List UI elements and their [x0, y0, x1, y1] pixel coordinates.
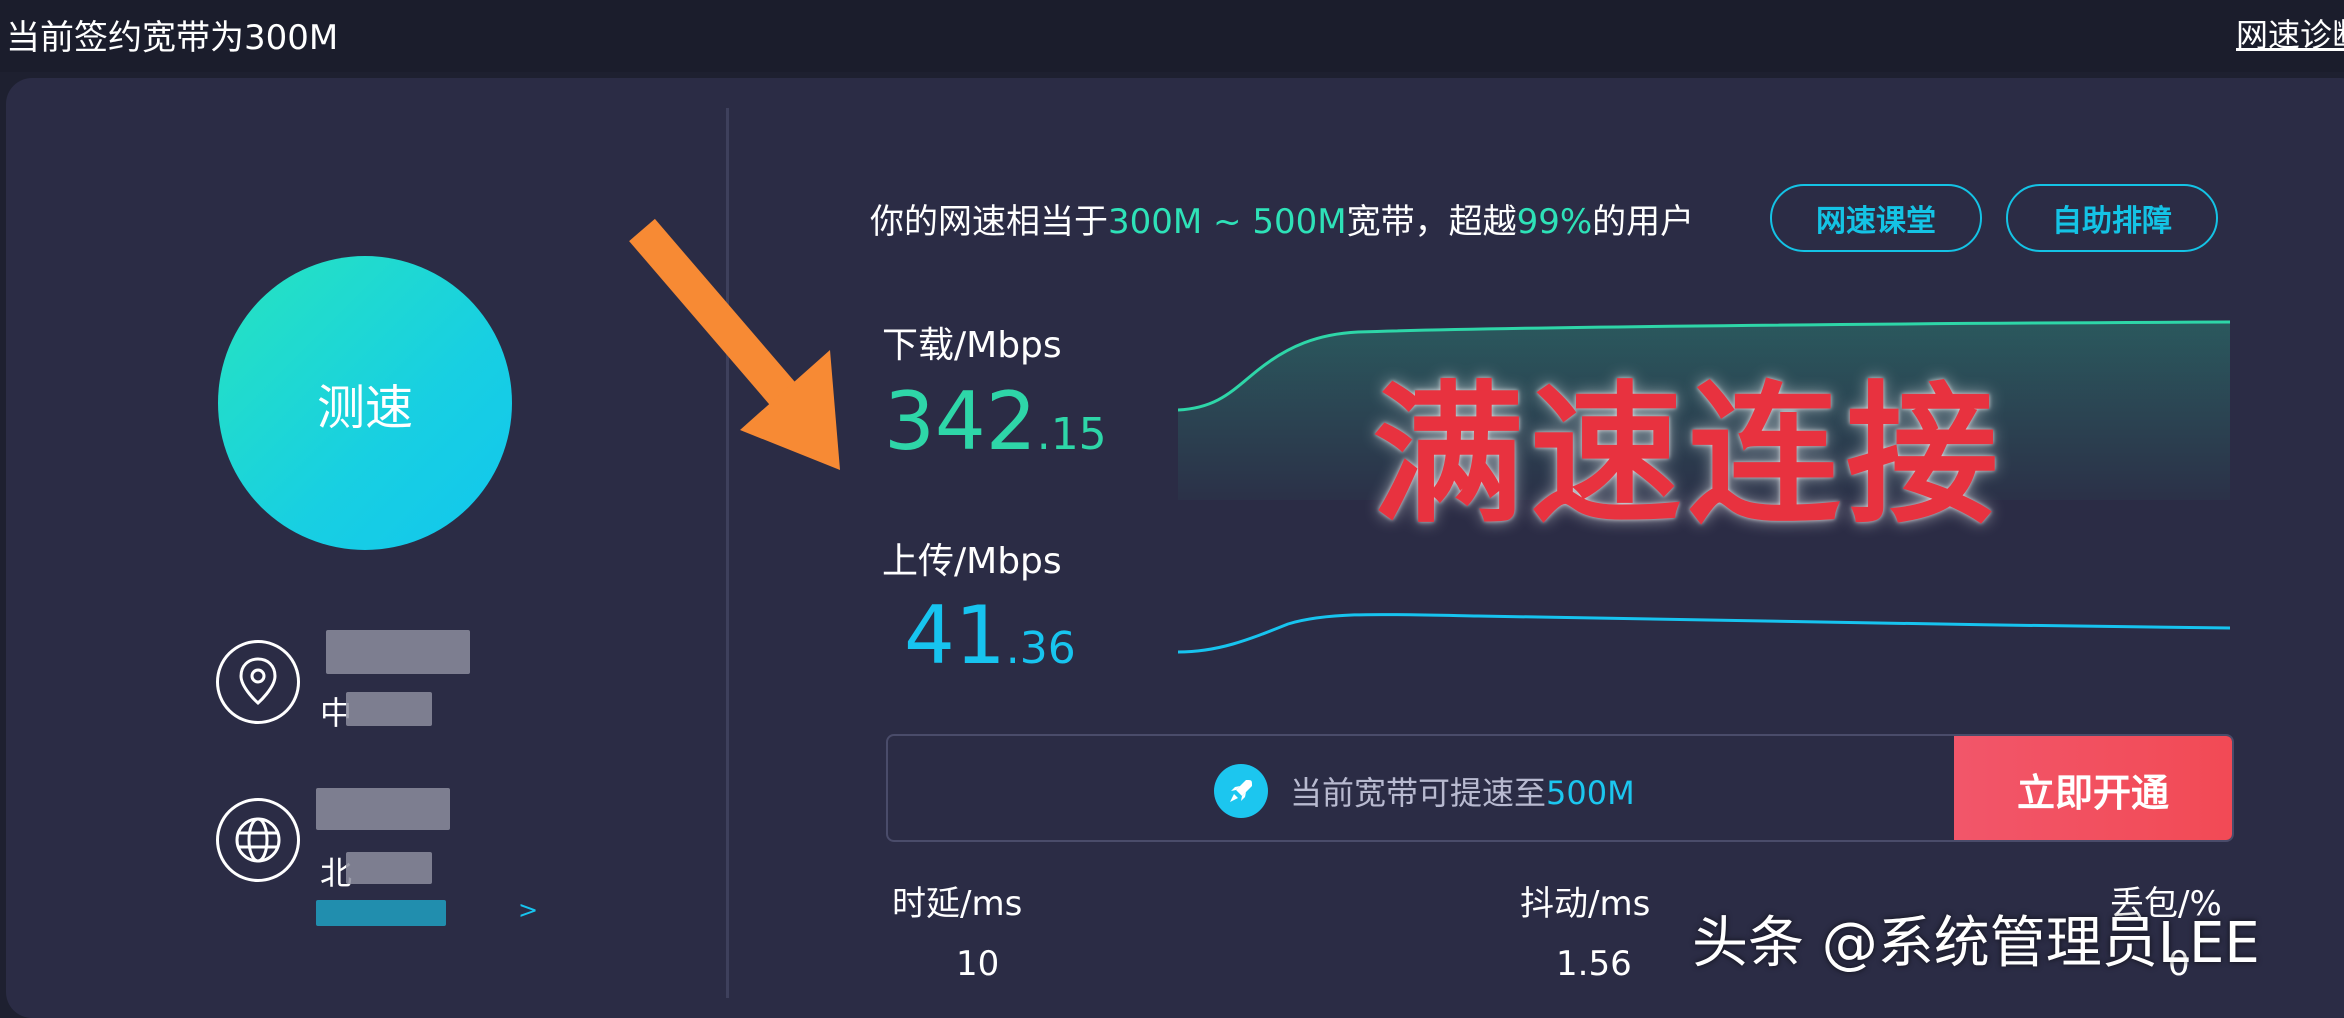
rocket-icon — [1214, 764, 1268, 818]
details-link-redacted[interactable] — [316, 900, 446, 926]
speed-class-button[interactable]: 网速课堂 — [1770, 184, 1982, 252]
network-ip-redacted — [346, 852, 432, 884]
jitter-value: 1.56 — [1556, 944, 1632, 984]
location-pin-icon — [216, 640, 300, 724]
latency-label: 时延/ms — [892, 884, 1023, 924]
upgrade-text: 当前宽带可提速至500M — [1290, 768, 1635, 814]
start-speed-test-button[interactable]: 测速 — [218, 256, 512, 550]
upgrade-banner: 当前宽带可提速至500M 立即开通 — [886, 734, 2234, 842]
upgrade-text-value: 500M — [1546, 774, 1635, 812]
latency-value: 10 — [956, 944, 1000, 984]
upload-int: 41 — [904, 589, 1006, 682]
location-name-redacted — [326, 630, 470, 674]
summary-suffix: 的用户 — [1592, 202, 1695, 242]
jitter-label: 抖动/ms — [1520, 884, 1651, 924]
download-dec: .15 — [1036, 409, 1107, 460]
activate-now-button[interactable]: 立即开通 — [1954, 736, 2232, 840]
top-bar: 当前签约宽带为300M 网速诊断 — [0, 0, 2344, 72]
speed-test-label: 测速 — [316, 380, 413, 436]
download-speed-value: 342.15 — [884, 382, 1107, 462]
location-isp-redacted — [346, 692, 432, 726]
full-speed-overlay-text: 满速连接 — [1372, 367, 2004, 544]
upload-speed-value: 41.36 — [904, 596, 1076, 676]
self-help-button[interactable]: 自助排障 — [2006, 184, 2218, 252]
watermark: 头条 @系统管理员LEE — [1692, 911, 2260, 976]
summary-prefix: 你的网速相当于 — [870, 202, 1108, 242]
details-chevron-icon[interactable]: > — [518, 896, 538, 924]
upload-dec: .36 — [1005, 623, 1076, 674]
annotation-arrow-icon — [629, 218, 840, 470]
download-int: 342 — [884, 375, 1037, 468]
speed-summary: 你的网速相当于300M ~ 500M宽带，超越99%的用户 — [870, 194, 1694, 243]
download-label: 下载/Mbps — [882, 325, 1062, 366]
summary-percent: 99% — [1516, 202, 1593, 242]
contracted-bandwidth-text: 当前签约宽带为300M — [6, 18, 339, 58]
upload-line — [1178, 612, 2230, 654]
summary-range: 300M ~ 500M — [1108, 202, 1347, 242]
globe-icon — [216, 798, 300, 882]
summary-middle: 宽带，超越 — [1346, 202, 1517, 242]
speed-diagnose-link[interactable]: 网速诊断 — [2236, 10, 2344, 56]
upload-label: 上传/Mbps — [882, 541, 1062, 582]
upgrade-text-prefix: 当前宽带可提速至 — [1290, 774, 1547, 812]
network-name-redacted — [316, 788, 450, 830]
